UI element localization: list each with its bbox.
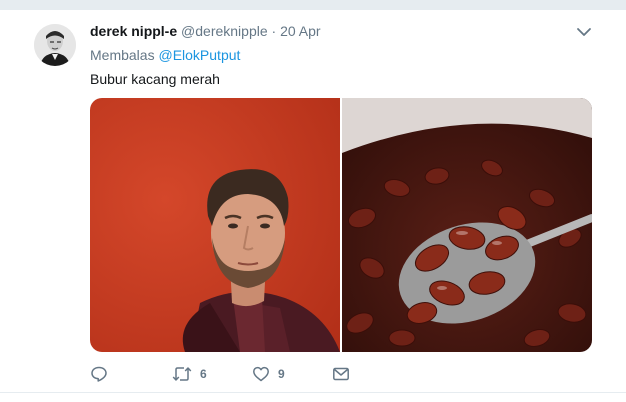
timeline-gap [0, 0, 626, 10]
reply-icon [91, 366, 107, 382]
direct-message-button[interactable] [332, 364, 358, 384]
chevron-down-icon [577, 28, 591, 36]
envelope-icon [333, 367, 349, 381]
reply-mention-link[interactable]: @ElokPutput [158, 47, 240, 63]
avatar[interactable] [34, 24, 76, 66]
reply-prefix: Membalas [90, 47, 155, 63]
red-bean-porridge-photo[interactable] [342, 98, 592, 352]
retweet-button[interactable]: 6 [172, 364, 207, 384]
reply-button[interactable] [90, 364, 116, 384]
tweet-divider [0, 392, 626, 402]
like-button[interactable]: 9 [252, 364, 285, 384]
tweet-card[interactable]: derek nippl-e @dereknipple · 20 Apr Memb… [0, 10, 626, 392]
tweet-actions: 6 9 [90, 364, 510, 384]
display-name[interactable]: derek nippl-e [90, 23, 177, 39]
tweet-date[interactable]: 20 Apr [280, 23, 320, 39]
avatar-image [34, 24, 76, 66]
dot-separator: · [271, 23, 277, 39]
heart-icon [253, 366, 269, 382]
tweet-text: Bubur kacang merah [90, 71, 220, 87]
portrait-image [90, 98, 340, 352]
retweet-icon [172, 367, 192, 381]
reply-context: Membalas @ElokPutput [90, 46, 240, 64]
like-count: 9 [278, 367, 285, 381]
porridge-image [342, 98, 592, 352]
retweet-count: 6 [200, 367, 207, 381]
portrait-photo[interactable] [90, 98, 340, 352]
handle[interactable]: @dereknipple [181, 23, 268, 39]
tweet-header: derek nippl-e @dereknipple · 20 Apr [90, 22, 321, 40]
media-grid [90, 98, 592, 352]
more-options-button[interactable] [576, 24, 592, 40]
